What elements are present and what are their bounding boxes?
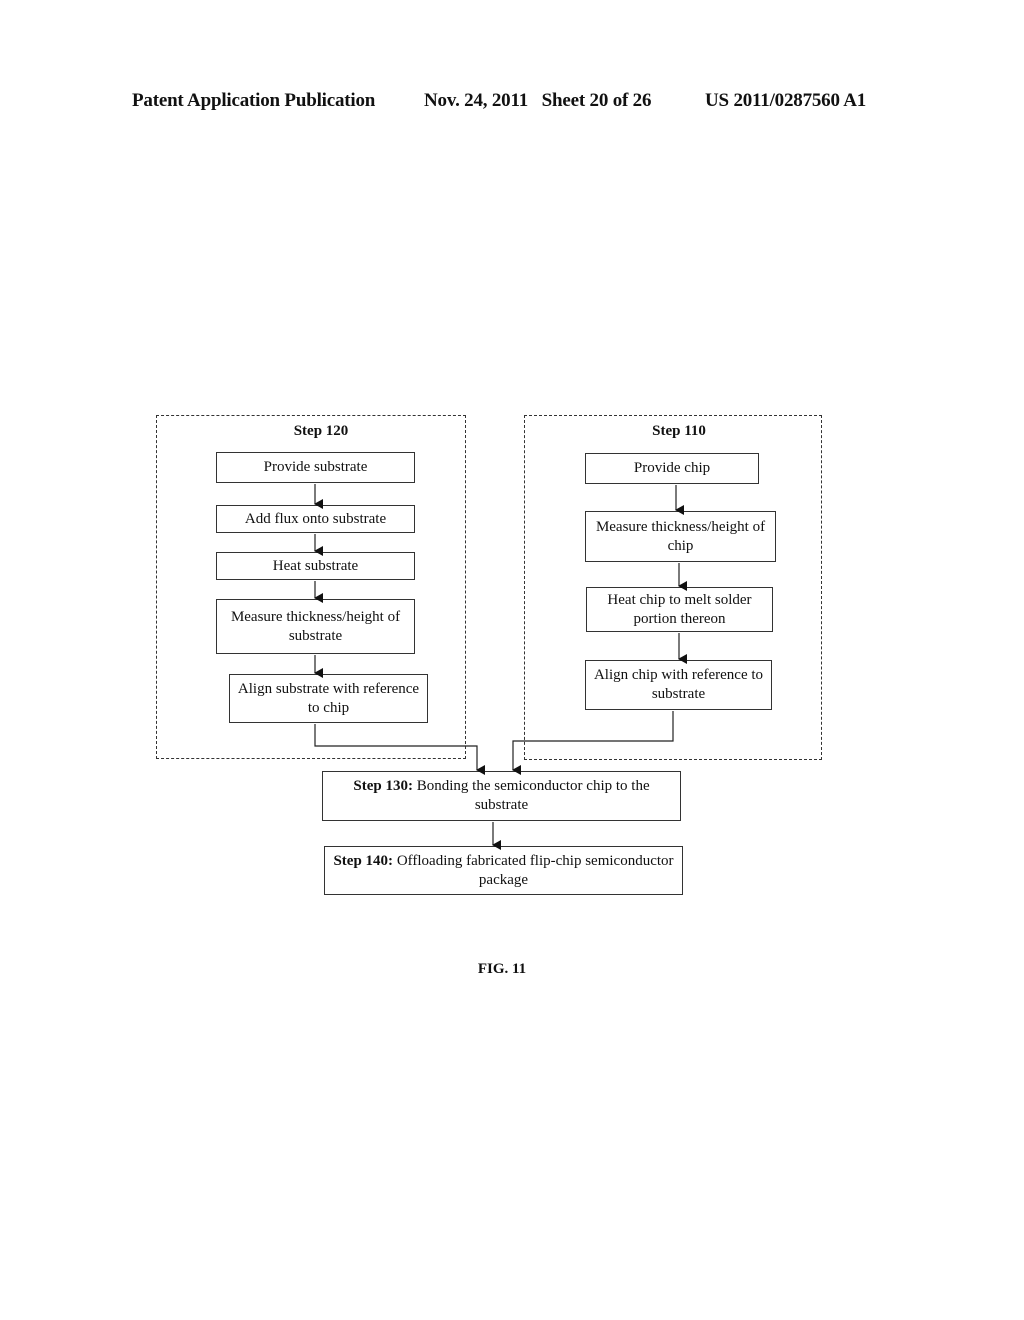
figure-label: FIG. 11 bbox=[477, 961, 527, 977]
arrow-align-substrate-to-bonding bbox=[314, 724, 485, 775]
arrow-align-chip-to-bonding bbox=[512, 711, 674, 775]
connector-layer bbox=[314, 484, 687, 850]
